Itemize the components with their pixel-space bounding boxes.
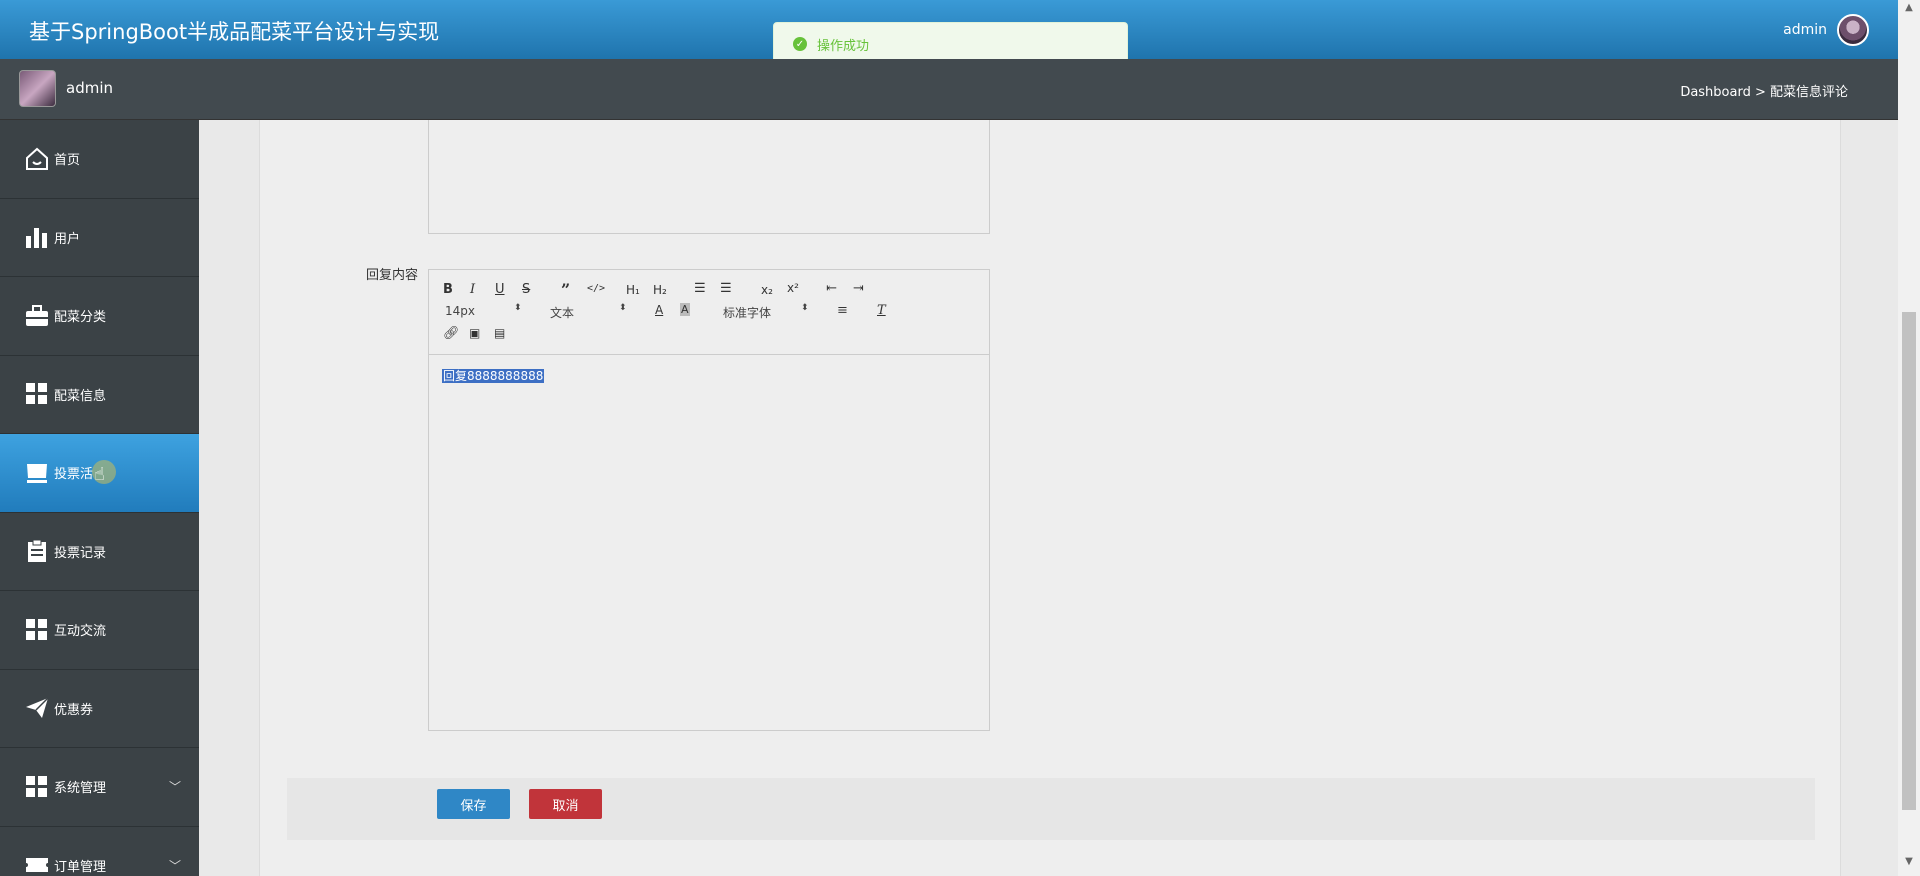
- previous-field-box: [428, 120, 990, 234]
- select-arrow-icon: ⬍: [514, 303, 522, 313]
- sidebar-item-label: 配菜分类: [54, 310, 107, 326]
- sidebar-item-coupons[interactable]: 优惠券: [0, 670, 199, 748]
- store-icon: [24, 460, 50, 486]
- select-arrow-icon: ⬍: [619, 303, 627, 313]
- heading1-icon[interactable]: H₁: [626, 283, 640, 297]
- hand-pointer-icon: ☝: [94, 464, 105, 485]
- background-color-icon[interactable]: A: [680, 303, 690, 316]
- sidebar-item-system[interactable]: 系统管理 ﹀: [0, 748, 199, 827]
- font-family-select[interactable]: 标准字体: [723, 304, 771, 321]
- sidebar-username: admin: [66, 79, 113, 97]
- top-username: admin: [1783, 22, 1827, 38]
- block-format-value: 文本: [550, 306, 575, 320]
- subscript-icon[interactable]: x₂: [761, 283, 773, 297]
- quote-icon[interactable]: ”: [561, 280, 570, 299]
- sidebar-item-label: 投票活: [54, 467, 94, 483]
- sidebar-item-label: 投票记录: [54, 545, 107, 561]
- sidebar-item-category[interactable]: 配菜分类: [0, 277, 199, 356]
- sidebar-item-label: 订单管理: [54, 859, 107, 875]
- scroll-up-icon[interactable]: ▲: [1898, 2, 1920, 20]
- chevron-down-icon: ﹀: [168, 858, 181, 873]
- ticket-icon: [24, 852, 50, 876]
- block-format-select[interactable]: 文本: [550, 304, 574, 321]
- scroll-down-icon[interactable]: ▼: [1898, 856, 1920, 874]
- bold-icon[interactable]: B: [443, 282, 453, 297]
- briefcase-icon: [24, 303, 50, 329]
- font-size-value: 14px: [445, 304, 475, 318]
- sidebar-item-vote-records[interactable]: 投票记录: [0, 513, 199, 591]
- strikethrough-icon[interactable]: S: [522, 282, 530, 297]
- sidebar-item-label: 互动交流: [54, 624, 107, 640]
- clear-format-icon[interactable]: T: [877, 303, 886, 318]
- app-title: 基于SpringBoot半成品配菜平台设计与实现: [29, 20, 440, 44]
- sidebar-item-home[interactable]: 首页: [0, 120, 199, 199]
- rich-text-editor[interactable]: B I U S ” </> H₁ H₂ ☰ ☰ x₂ x² ⇤ ⇥ 14px ⬍…: [428, 269, 990, 731]
- scrollbar-thumb[interactable]: [1902, 312, 1916, 810]
- sidebar: 首页 用户 配菜分类 配菜信息 投票活 投票记录 互动交流 优惠券 系统管理 ﹀…: [0, 120, 199, 876]
- page-scrollbar[interactable]: ▲ ▼: [1898, 0, 1920, 876]
- sidebar-item-label: 系统管理: [54, 781, 107, 797]
- align-icon[interactable]: ≡: [837, 303, 848, 318]
- chevron-down-icon: ﹀: [168, 780, 181, 795]
- toast-message: 操作成功: [817, 38, 870, 54]
- superscript-icon[interactable]: x²: [787, 281, 799, 295]
- underline-icon[interactable]: U: [495, 282, 505, 297]
- bullet-list-icon[interactable]: ☰: [720, 281, 732, 296]
- sub-header: admin Dashboard > 配菜信息评论: [0, 59, 1898, 120]
- code-icon[interactable]: </>: [587, 283, 605, 294]
- editor-content-area[interactable]: 回复8888888888: [429, 355, 989, 394]
- outdent-icon[interactable]: ⇤: [826, 281, 837, 296]
- video-icon[interactable]: ▤: [494, 326, 505, 340]
- sidebar-item-label: 首页: [54, 153, 81, 169]
- check-circle-icon: ✓: [793, 37, 807, 51]
- sidebar-item-dish-info[interactable]: 配菜信息: [0, 356, 199, 434]
- font-size-select[interactable]: 14px: [445, 304, 475, 318]
- grid-icon: [24, 617, 50, 643]
- sidebar-item-interaction[interactable]: 互动交流: [0, 591, 199, 670]
- indent-icon[interactable]: ⇥: [853, 281, 864, 296]
- italic-icon[interactable]: I: [470, 282, 475, 297]
- font-family-value: 标准字体: [723, 306, 772, 320]
- link-icon[interactable]: 🔗︎: [443, 326, 460, 341]
- ordered-list-icon[interactable]: ☰: [694, 281, 706, 296]
- select-arrow-icon: ⬍: [801, 303, 809, 313]
- sidebar-avatar: [19, 70, 56, 107]
- sidebar-item-label: 优惠券: [54, 702, 94, 718]
- home-icon: [24, 146, 50, 172]
- bar-chart-icon: [24, 224, 50, 250]
- top-user-menu[interactable]: admin: [1783, 14, 1869, 46]
- grid-icon: [24, 381, 50, 407]
- sidebar-item-orders[interactable]: 订单管理 ﹀: [0, 827, 199, 876]
- clipboard-icon: [24, 538, 50, 564]
- heading2-icon[interactable]: H₂: [653, 283, 667, 297]
- image-icon[interactable]: ▣: [469, 326, 480, 340]
- reply-content-label: 回复内容: [366, 268, 419, 283]
- paper-plane-icon: [24, 695, 50, 721]
- font-color-icon[interactable]: A: [655, 303, 663, 317]
- sidebar-item-users[interactable]: 用户: [0, 199, 199, 277]
- breadcrumb: Dashboard > 配菜信息评论: [1680, 85, 1848, 100]
- sidebar-item-label: 配菜信息: [54, 388, 107, 404]
- save-button[interactable]: 保存: [437, 789, 510, 819]
- sidebar-item-label: 用户: [54, 231, 81, 247]
- editor-toolbar: B I U S ” </> H₁ H₂ ☰ ☰ x₂ x² ⇤ ⇥ 14px ⬍…: [429, 270, 989, 355]
- avatar[interactable]: [1837, 14, 1869, 46]
- grid-icon: [24, 774, 50, 800]
- reply-text: 回复8888888888: [442, 369, 545, 383]
- cancel-button[interactable]: 取消: [529, 789, 602, 819]
- button-bar: [287, 778, 1815, 840]
